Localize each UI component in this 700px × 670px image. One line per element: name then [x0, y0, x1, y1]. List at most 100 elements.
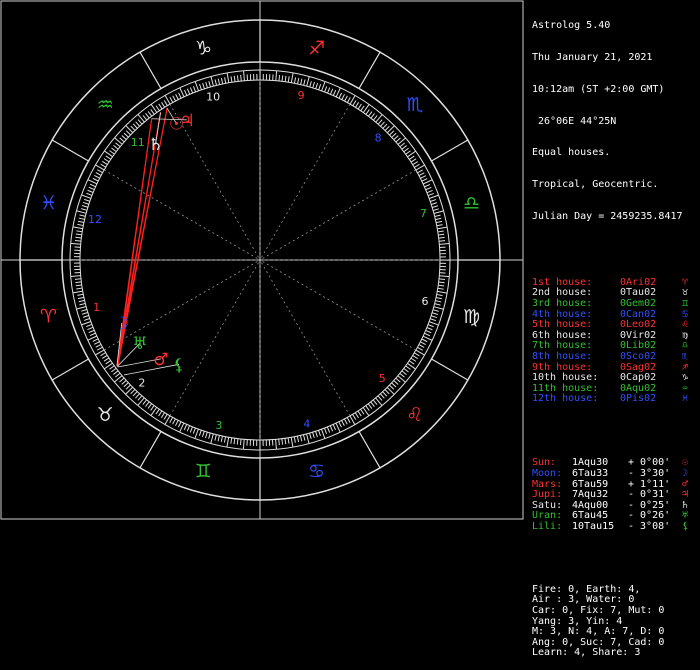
degree-tick — [221, 78, 222, 84]
degree-tick — [187, 426, 189, 432]
degree-tick — [77, 294, 83, 295]
degree-tick — [392, 383, 396, 387]
degree-tick — [135, 394, 139, 398]
degree-tick — [400, 143, 405, 147]
degree-tick — [190, 88, 192, 94]
planet-label: Moon: — [532, 469, 562, 480]
stat-line: Ang: 0, Suc: 7, Cad: 0 — [532, 638, 664, 649]
degree-tick — [409, 156, 414, 159]
degree-tick — [73, 227, 83, 229]
zodiac-sign-icon: ♐ — [308, 37, 325, 59]
degree-tick — [124, 133, 128, 137]
degree-tick — [378, 396, 382, 401]
degree-tick — [93, 339, 98, 342]
degree-tick — [438, 285, 444, 286]
degree-tick — [339, 422, 342, 427]
degree-tick — [423, 336, 432, 340]
degree-tick — [179, 93, 182, 98]
sign-divider — [359, 431, 380, 467]
stat-row: Fire: 0, Earth: 4, — [526, 585, 700, 596]
degree-tick — [148, 111, 152, 116]
degree-tick — [385, 126, 389, 130]
degree-tick — [437, 225, 443, 226]
degree-tick — [324, 428, 326, 434]
degree-tick — [90, 333, 95, 335]
degree-tick — [102, 355, 107, 358]
sign-divider — [140, 52, 161, 88]
degree-tick — [211, 434, 214, 444]
degree-tick — [202, 431, 204, 437]
degree-tick — [276, 439, 277, 449]
planet-glyph-icon: ♄ — [148, 135, 163, 155]
degree-tick — [402, 146, 407, 150]
degree-tick — [336, 423, 340, 432]
zodiac-sign-icon: ♎ — [463, 192, 480, 214]
house-row: 12th house:0Pis02♓ — [526, 394, 700, 405]
degree-tick — [325, 86, 327, 92]
planet-row: Lili:10Tau15- 3°08'⚸ — [526, 522, 700, 533]
degree-tick — [282, 75, 283, 81]
degree-tick — [106, 361, 111, 364]
degree-tick — [353, 414, 356, 419]
degree-tick — [330, 426, 332, 432]
planet-label: Lili: — [532, 522, 562, 533]
degree-tick — [78, 297, 84, 298]
planet-pointer — [124, 364, 179, 375]
degree-tick — [291, 73, 293, 83]
degree-tick — [411, 358, 416, 361]
house-label: 8th house: — [532, 352, 592, 363]
degree-tick — [195, 429, 198, 438]
degree-tick — [431, 203, 437, 205]
degree-tick — [297, 436, 298, 442]
degree-tick — [355, 413, 358, 418]
stat-line: Learn: 4, Share: 3 — [532, 648, 640, 659]
degree-tick — [77, 224, 83, 225]
degree-tick — [113, 371, 118, 375]
degree-tick — [420, 176, 425, 179]
degree-tick — [438, 234, 444, 235]
stat-line: Air : 3, Water: 0 — [532, 595, 634, 606]
degree-tick — [307, 76, 310, 86]
degree-tick — [392, 133, 396, 137]
degree-tick — [419, 345, 424, 348]
house-number: 9 — [298, 89, 305, 102]
house-cusp-line — [170, 260, 260, 416]
degree-tick — [173, 96, 176, 101]
degree-tick — [151, 109, 155, 114]
degree-tick — [146, 113, 150, 118]
degree-tick — [81, 195, 90, 198]
degree-tick — [424, 333, 429, 335]
degree-tick — [437, 227, 447, 229]
stat-row: Yang: 3, Yin: 4 — [526, 617, 700, 628]
zodiac-type: Tropical, Geocentric. — [532, 180, 658, 191]
degree-tick — [424, 184, 429, 186]
degree-tick — [176, 94, 179, 99]
planet-icon: ♅ — [682, 511, 688, 522]
degree-tick — [404, 368, 409, 372]
degree-tick — [439, 241, 445, 242]
degree-tick — [83, 316, 89, 318]
planet-glyph-icon: ♅ — [132, 334, 147, 354]
degree-tick — [316, 83, 318, 89]
degree-tick — [429, 195, 438, 198]
degree-tick — [389, 385, 393, 389]
degree-tick — [327, 427, 329, 433]
degree-tick — [164, 101, 167, 106]
zodiac-sign-icon: ♓ — [40, 192, 57, 214]
degree-tick — [430, 319, 436, 321]
degree-tick — [218, 435, 219, 441]
stat-row: Learn: 4, Share: 3 — [526, 648, 700, 659]
degree-tick — [333, 90, 335, 95]
degree-tick — [313, 432, 315, 438]
degree-tick — [81, 209, 87, 211]
planet-position: 10Tau15 — [572, 522, 614, 533]
zodiac-sign-icon: ♋ — [308, 461, 325, 483]
stat-row: Car: 0, Fix: 7, Mut: 0 — [526, 606, 700, 617]
degree-tick — [218, 79, 219, 85]
degree-tick — [159, 411, 162, 416]
degree-tick — [402, 371, 407, 375]
house-number: 8 — [375, 132, 382, 145]
zodiac-sign-icon: ♏ — [406, 94, 423, 116]
degree-tick — [380, 394, 384, 398]
house-number: 2 — [138, 376, 145, 389]
